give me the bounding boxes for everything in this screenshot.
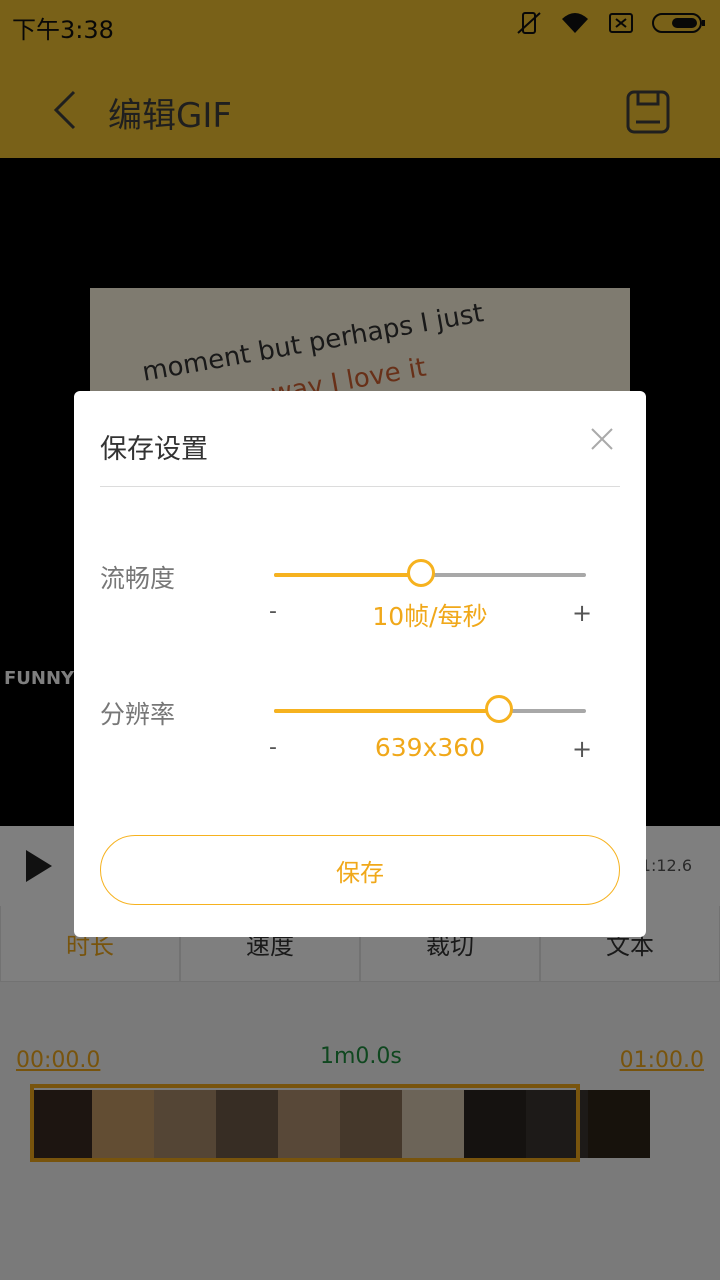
smoothness-decrease-button[interactable]: - bbox=[269, 599, 277, 624]
save-button[interactable]: 保存 bbox=[100, 835, 620, 905]
resolution-label: 分辨率 bbox=[100, 700, 176, 729]
smoothness-value: 10帧/每秒 bbox=[372, 602, 488, 631]
resolution-decrease-button[interactable]: - bbox=[269, 735, 277, 760]
smoothness-slider-thumb[interactable] bbox=[406, 559, 435, 587]
smoothness-increase-button[interactable]: + bbox=[572, 599, 592, 627]
resolution-slider[interactable] bbox=[274, 695, 586, 723]
close-icon[interactable] bbox=[590, 427, 614, 451]
save-settings-dialog: 保存设置 流畅度 - 10帧/每秒 + 分辨率 - 639x360 + 保存 bbox=[74, 391, 646, 937]
resolution-slider-fill bbox=[274, 709, 499, 713]
smoothness-slider-fill bbox=[274, 573, 421, 577]
resolution-value: 639x360 bbox=[374, 733, 486, 762]
dialog-title: 保存设置 bbox=[100, 434, 208, 465]
resolution-increase-button[interactable]: + bbox=[572, 735, 592, 763]
resolution-slider-thumb[interactable] bbox=[484, 695, 513, 723]
smoothness-label: 流畅度 bbox=[100, 564, 176, 593]
dialog-divider bbox=[100, 486, 620, 487]
smoothness-slider[interactable] bbox=[274, 559, 586, 587]
